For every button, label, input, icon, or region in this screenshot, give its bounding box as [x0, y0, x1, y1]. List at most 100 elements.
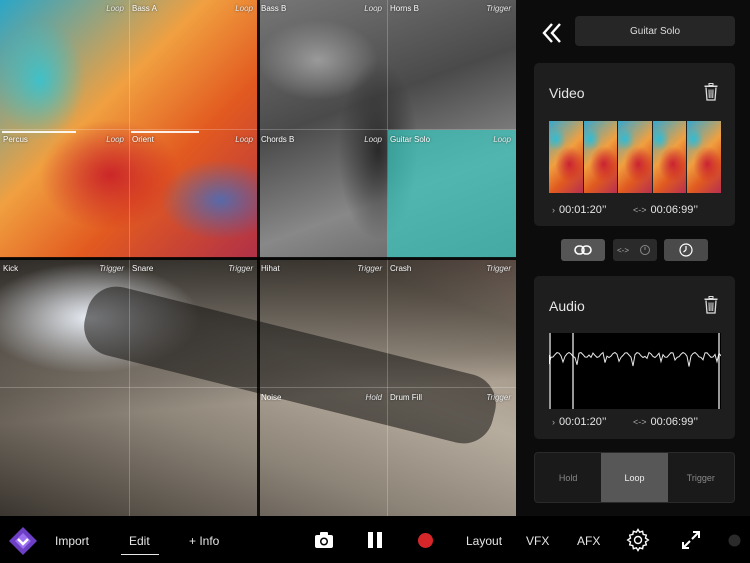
- pad-mode: Loop: [106, 4, 124, 13]
- pad-cell[interactable]: Hihat Trigger: [258, 260, 386, 276]
- delete-video-button[interactable]: [704, 83, 718, 101]
- pad-name: Percus: [3, 135, 28, 144]
- pad-cell[interactable]: [0, 389, 128, 405]
- clock-icon: [679, 243, 693, 257]
- pad-cell[interactable]: Snare Trigger: [129, 260, 257, 276]
- selected-pad-highlight: [388, 130, 516, 258]
- audio-start-value: 00:01:20’’: [559, 416, 607, 428]
- pad-mode: Loop: [364, 4, 382, 13]
- record-icon: [418, 533, 433, 548]
- video-length[interactable]: <-> 00:06:99’’: [633, 204, 698, 216]
- afx-button[interactable]: AFX: [577, 534, 600, 548]
- pad-mode: Trigger: [486, 393, 511, 402]
- link-icon: [574, 245, 592, 255]
- chevron-right-icon: ›: [552, 205, 555, 215]
- video-thumbnail: [687, 121, 721, 193]
- pad-mode: Trigger: [357, 264, 382, 273]
- settings-button[interactable]: [626, 528, 650, 552]
- pad-cell[interactable]: Loop: [0, 0, 128, 16]
- video-start-value: 00:01:20’’: [559, 204, 607, 216]
- pad-mode: Loop: [235, 4, 253, 13]
- pad-name: Guitar Solo: [390, 135, 431, 144]
- length-arrows-icon: <->: [633, 205, 647, 215]
- pad-name: Snare: [132, 264, 154, 273]
- pad-name: Drum Fill: [390, 393, 422, 402]
- import-button[interactable]: Import: [55, 534, 89, 548]
- status-dot: [728, 534, 741, 547]
- video-thumbnail: [583, 121, 618, 193]
- audio-length-value: 00:06:99’’: [650, 416, 699, 428]
- trash-icon: [704, 83, 718, 101]
- time-stretch-button[interactable]: <->: [613, 239, 657, 261]
- pad-name: Crash: [390, 264, 412, 273]
- audio-length[interactable]: <-> 00:06:99’’: [633, 416, 698, 428]
- play-mode-loop[interactable]: Loop: [601, 453, 668, 502]
- delete-audio-button[interactable]: [704, 296, 718, 314]
- info-button[interactable]: + Info: [189, 534, 219, 548]
- pad-mode: Trigger: [99, 264, 124, 273]
- waveform-graphic: [548, 333, 722, 409]
- status-dot-icon: [728, 534, 741, 547]
- edit-tab[interactable]: Edit: [129, 534, 150, 548]
- video-thumbnail: [618, 121, 652, 193]
- pad-mode: Loop: [364, 135, 382, 144]
- snapshot-button[interactable]: [314, 531, 334, 549]
- video-thumbnail-strip[interactable]: [549, 121, 721, 193]
- pad-mode: Loop: [106, 135, 124, 144]
- length-arrows-icon: <->: [633, 417, 647, 427]
- camera-icon: [315, 532, 333, 548]
- pad-cell[interactable]: Bass B Loop: [258, 0, 386, 16]
- pad-cell[interactable]: Percus Loop: [0, 131, 128, 147]
- pad-mode: Hold: [365, 393, 382, 402]
- play-mode-hold[interactable]: Hold: [535, 453, 601, 502]
- clip-title-field[interactable]: Guitar Solo: [575, 16, 735, 46]
- audio-card-title: Audio: [549, 298, 585, 314]
- pause-button[interactable]: [366, 531, 384, 549]
- trash-icon: [704, 296, 718, 314]
- vfx-button[interactable]: VFX: [526, 534, 549, 548]
- pad-mode: Trigger: [486, 264, 511, 273]
- collapse-panel-button[interactable]: [539, 20, 565, 46]
- video-length-value: 00:06:99’’: [650, 204, 699, 216]
- expand-arrows-icon: [682, 531, 700, 549]
- audio-waveform[interactable]: [548, 333, 722, 409]
- video-card-title: Video: [549, 85, 585, 101]
- pad-name: Horns B: [390, 4, 419, 13]
- stretch-clock-icon: <->: [617, 245, 650, 255]
- pad-cell[interactable]: Guitar Solo Loop: [387, 131, 515, 147]
- pad-mode: Trigger: [228, 264, 253, 273]
- app-logo-button[interactable]: [8, 526, 38, 556]
- video-thumbnail: [549, 121, 583, 193]
- pad-name: Orient: [132, 135, 154, 144]
- play-mode-selector: Hold Loop Trigger: [534, 452, 735, 503]
- double-chevron-left-icon: [542, 23, 561, 43]
- pad-name: Chords B: [261, 135, 295, 144]
- app-logo-icon: [9, 527, 37, 555]
- clock-sync-button[interactable]: [664, 239, 708, 261]
- pad-cell[interactable]: Horns B Trigger: [387, 0, 515, 16]
- video-card: Video › 00:01:20’’ <-> 00:06:99’’: [534, 63, 735, 226]
- svg-text:<->: <->: [617, 246, 629, 255]
- pad-cell[interactable]: Chords B Loop: [258, 131, 386, 147]
- video-pad-grid[interactable]: Loop Bass A Loop Bass B Loop Horns B Tri…: [0, 0, 516, 516]
- pad-mode: Trigger: [486, 4, 511, 13]
- record-button[interactable]: [417, 532, 434, 549]
- pad-cell[interactable]: Bass A Loop: [129, 0, 257, 16]
- fullscreen-button[interactable]: [680, 529, 702, 551]
- link-av-button[interactable]: [561, 239, 605, 261]
- pause-icon: [368, 532, 382, 548]
- audio-start-time[interactable]: › 00:01:20’’: [552, 416, 607, 428]
- pad-cell[interactable]: Drum Fill Trigger: [387, 389, 515, 405]
- pad-name: Noise: [261, 393, 282, 402]
- pad-cell[interactable]: [129, 389, 257, 405]
- pad-name: Kick: [3, 264, 19, 273]
- pad-cell[interactable]: Kick Trigger: [0, 260, 128, 276]
- pad-mode: Loop: [493, 135, 511, 144]
- pad-cell[interactable]: Orient Loop: [129, 131, 257, 147]
- pad-name: Bass A: [132, 4, 157, 13]
- pad-cell[interactable]: Crash Trigger: [387, 260, 515, 276]
- pad-cell[interactable]: Noise Hold: [258, 389, 386, 405]
- layout-button[interactable]: Layout: [466, 534, 502, 548]
- video-start-time[interactable]: › 00:01:20’’: [552, 204, 607, 216]
- play-mode-trigger[interactable]: Trigger: [668, 453, 734, 502]
